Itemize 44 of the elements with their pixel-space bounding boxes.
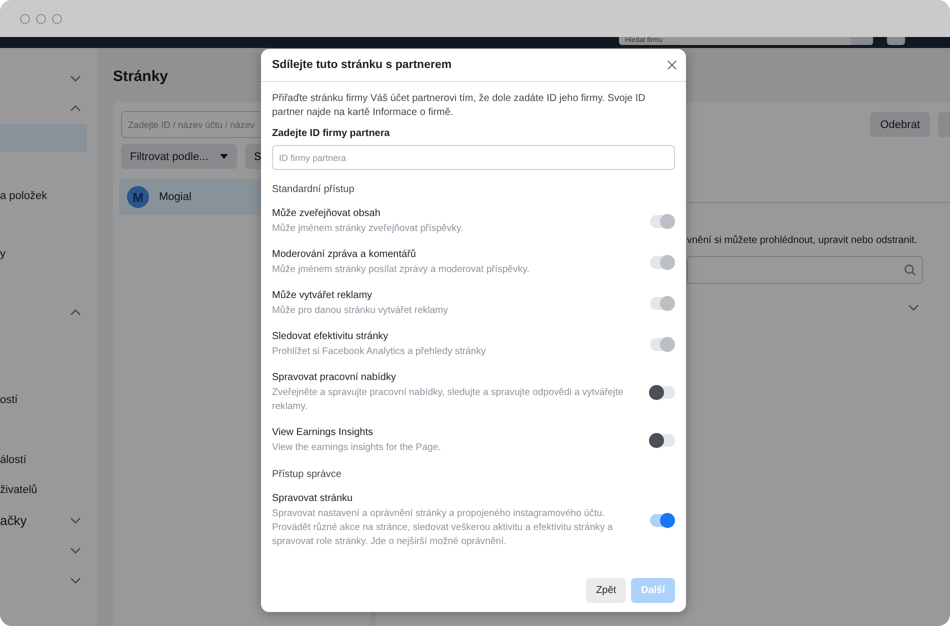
section-heading: Přístup správce xyxy=(272,469,342,480)
sidebar-item[interactable]: álostí xyxy=(0,446,97,474)
permission-description: Zveřejněte a spravujte pracovní nabídky, sledujte a spravujte odpovědi a vytvářejte reklamy. xyxy=(272,386,624,414)
back-button[interactable]: Zpět xyxy=(586,578,626,603)
toggle-switch[interactable] xyxy=(650,386,675,399)
search-field[interactable] xyxy=(687,256,923,284)
toggle-switch[interactable] xyxy=(650,434,675,447)
page-name: Mogial xyxy=(159,191,192,203)
chevron-up-icon[interactable] xyxy=(70,308,81,316)
sidebar-item[interactable]: y xyxy=(0,240,97,268)
permission-description: View the earnings insights for the Page. xyxy=(272,441,442,455)
dialog-title: Sdílejte tuto stránku s partnerem xyxy=(272,59,452,71)
section-heading: Standardní přístup xyxy=(272,184,356,195)
sidebar-item[interactable]: a položek xyxy=(0,182,97,210)
close-icon[interactable] xyxy=(667,60,677,70)
permission-description: Může pro danou stránku vytvářet reklamy xyxy=(272,304,449,318)
permission-title: Sledovat efektivitu stránky xyxy=(272,330,390,344)
chevron-down-icon[interactable] xyxy=(70,516,81,524)
permission-description: Může jménem stránky zveřejňovat příspěvky. xyxy=(272,222,464,236)
permission-description: Prohlížet si Facebook Analytics a přehledy stránky xyxy=(272,345,487,359)
chevron-down-icon[interactable] xyxy=(908,304,919,311)
permission-description: Spravovat nastavení a oprávnění stránky a propojeného instagramového účtu. Provádět různé akce na stránce, sledovat veškerou aktivitu a efektivitu stránky a spravovat role stránky. Jde o nejširší možné oprávnění. xyxy=(272,507,614,549)
permission-title: View Earnings Insights xyxy=(272,426,374,440)
toggle-switch[interactable] xyxy=(650,514,675,527)
caret-icon xyxy=(220,154,228,159)
permission-description: Může jménem stránky posílat zprávy a moderovat příspěvky. xyxy=(272,263,530,277)
chevron-down-icon[interactable] xyxy=(70,576,81,584)
filter-dropdown[interactable]: Filtrovat podle... xyxy=(121,144,237,169)
info-text: vnění si můžete prohlédnout, upravit nebo odstranit. xyxy=(687,235,918,246)
sidebar-item[interactable]: ačky xyxy=(0,506,97,534)
permission-title: Spravovat pracovní nabídky xyxy=(272,371,397,385)
remove-button[interactable]: Odebrat xyxy=(870,112,930,137)
sidebar-item[interactable]: živatelů xyxy=(0,476,97,504)
account-avatar[interactable] xyxy=(887,37,905,45)
permission-title: Spravovat stránku xyxy=(272,492,354,506)
sidebar-item[interactable]: ostí xyxy=(0,386,97,414)
permission-title: Může vytvářet reklamy xyxy=(272,289,374,303)
permission-title: Moderování zpráva a komentářů xyxy=(272,248,417,262)
page-title: Stránky xyxy=(113,68,168,87)
input-field[interactable]: ID firmy partnera xyxy=(272,145,675,170)
chevron-down-icon[interactable] xyxy=(70,74,81,82)
chevron-up-icon[interactable] xyxy=(70,104,81,112)
chevron-down-icon[interactable] xyxy=(70,546,81,554)
search-icon xyxy=(904,264,916,276)
